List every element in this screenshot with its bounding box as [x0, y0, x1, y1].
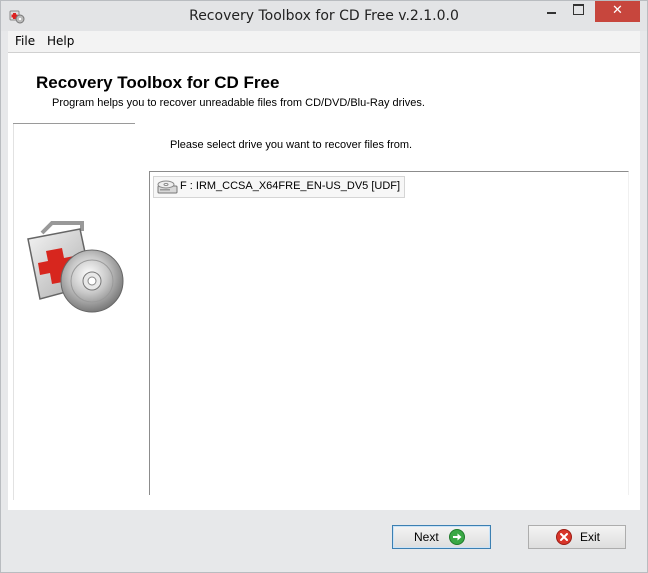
- maximize-button[interactable]: [565, 1, 592, 22]
- exit-button[interactable]: Exit: [528, 525, 626, 549]
- close-icon: ✕: [612, 3, 623, 18]
- maximize-icon: [573, 4, 584, 15]
- next-button-label: Next: [414, 530, 439, 544]
- menu-file[interactable]: File: [15, 34, 35, 48]
- app-window: Recovery Toolbox for CD Free v.2.1.0.0 ✕…: [0, 0, 648, 573]
- drive-item[interactable]: F : IRM_CCSA_X64FRE_EN-US_DV5 [UDF]: [153, 176, 406, 198]
- page-subtitle: Program helps you to recover unreadable …: [52, 97, 425, 109]
- drive-label: F : IRM_CCSA_X64FRE_EN-US_DV5 [UDF]: [180, 180, 401, 192]
- cd-drive-icon: [157, 180, 178, 194]
- page-title: Recovery Toolbox for CD Free: [36, 73, 280, 92]
- minimize-icon: [547, 11, 556, 14]
- wizard-page: Recovery Toolbox for CD Free Program hel…: [8, 52, 640, 510]
- exit-icon: [556, 529, 572, 545]
- instruction-text: Please select drive you want to recover …: [170, 139, 413, 151]
- menu-help[interactable]: Help: [47, 34, 74, 48]
- next-button[interactable]: Next: [392, 525, 491, 549]
- menu-bar: File Help: [8, 31, 640, 52]
- header-divider: [13, 123, 135, 124]
- exit-button-label: Exit: [580, 530, 601, 544]
- minimize-button[interactable]: [538, 1, 565, 22]
- arrow-right-icon: [449, 529, 465, 545]
- drive-list[interactable]: F : IRM_CCSA_X64FRE_EN-US_DV5 [UDF]: [149, 171, 629, 495]
- first-aid-cd-logo-icon: [27, 221, 124, 313]
- close-button[interactable]: ✕: [595, 1, 640, 22]
- left-panel-divider: [13, 124, 14, 500]
- title-bar[interactable]: Recovery Toolbox for CD Free v.2.1.0.0 ✕: [1, 1, 647, 31]
